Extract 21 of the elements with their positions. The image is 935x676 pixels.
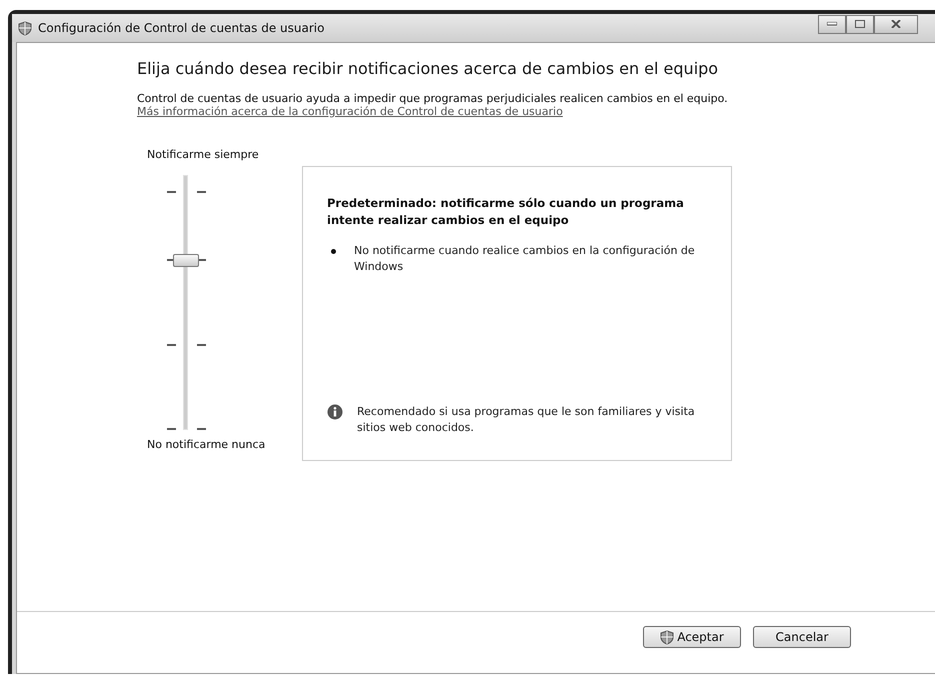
more-info-link[interactable]: Más información acerca de la configuración de Control de cuentas de usuario [137, 105, 563, 118]
shield-icon [18, 20, 32, 36]
description-text: Control de cuentas de usuario ayuda a impedir que programas perjudiciales realicen cambios en el equipo. [137, 92, 729, 105]
close-icon [891, 20, 901, 28]
slider-thumb[interactable] [173, 254, 199, 268]
recommendation-text: Recomendado si usa programas que le son familiares y visita sitios web conocidos. [357, 404, 696, 436]
slider-top-label: Notificarme siempre [147, 148, 259, 161]
slider-bottom-label: No notificarme nunca [147, 438, 266, 451]
window-title: Configuración de Control de cuentas de usuario [38, 21, 326, 35]
maximize-icon [855, 20, 865, 28]
ok-button[interactable]: Aceptar [643, 626, 741, 648]
minimize-button[interactable] [818, 14, 846, 34]
bullet-text: No notificarme cuando realice cambios en la configuración de Windows [354, 243, 696, 275]
minimize-icon [827, 22, 837, 26]
info-icon [327, 404, 343, 420]
info-title: Predeterminado: notificarme sólo cuando un programa intente realizar cambios en el equipo [327, 195, 685, 229]
cancel-button[interactable]: Cancelar [753, 626, 851, 648]
page-heading: Elija cuándo desea recibir notificaciones acerca de cambios en el equipo [137, 59, 720, 78]
bullet-icon [331, 249, 336, 254]
maximize-button[interactable] [846, 14, 874, 34]
close-button[interactable] [874, 14, 918, 34]
